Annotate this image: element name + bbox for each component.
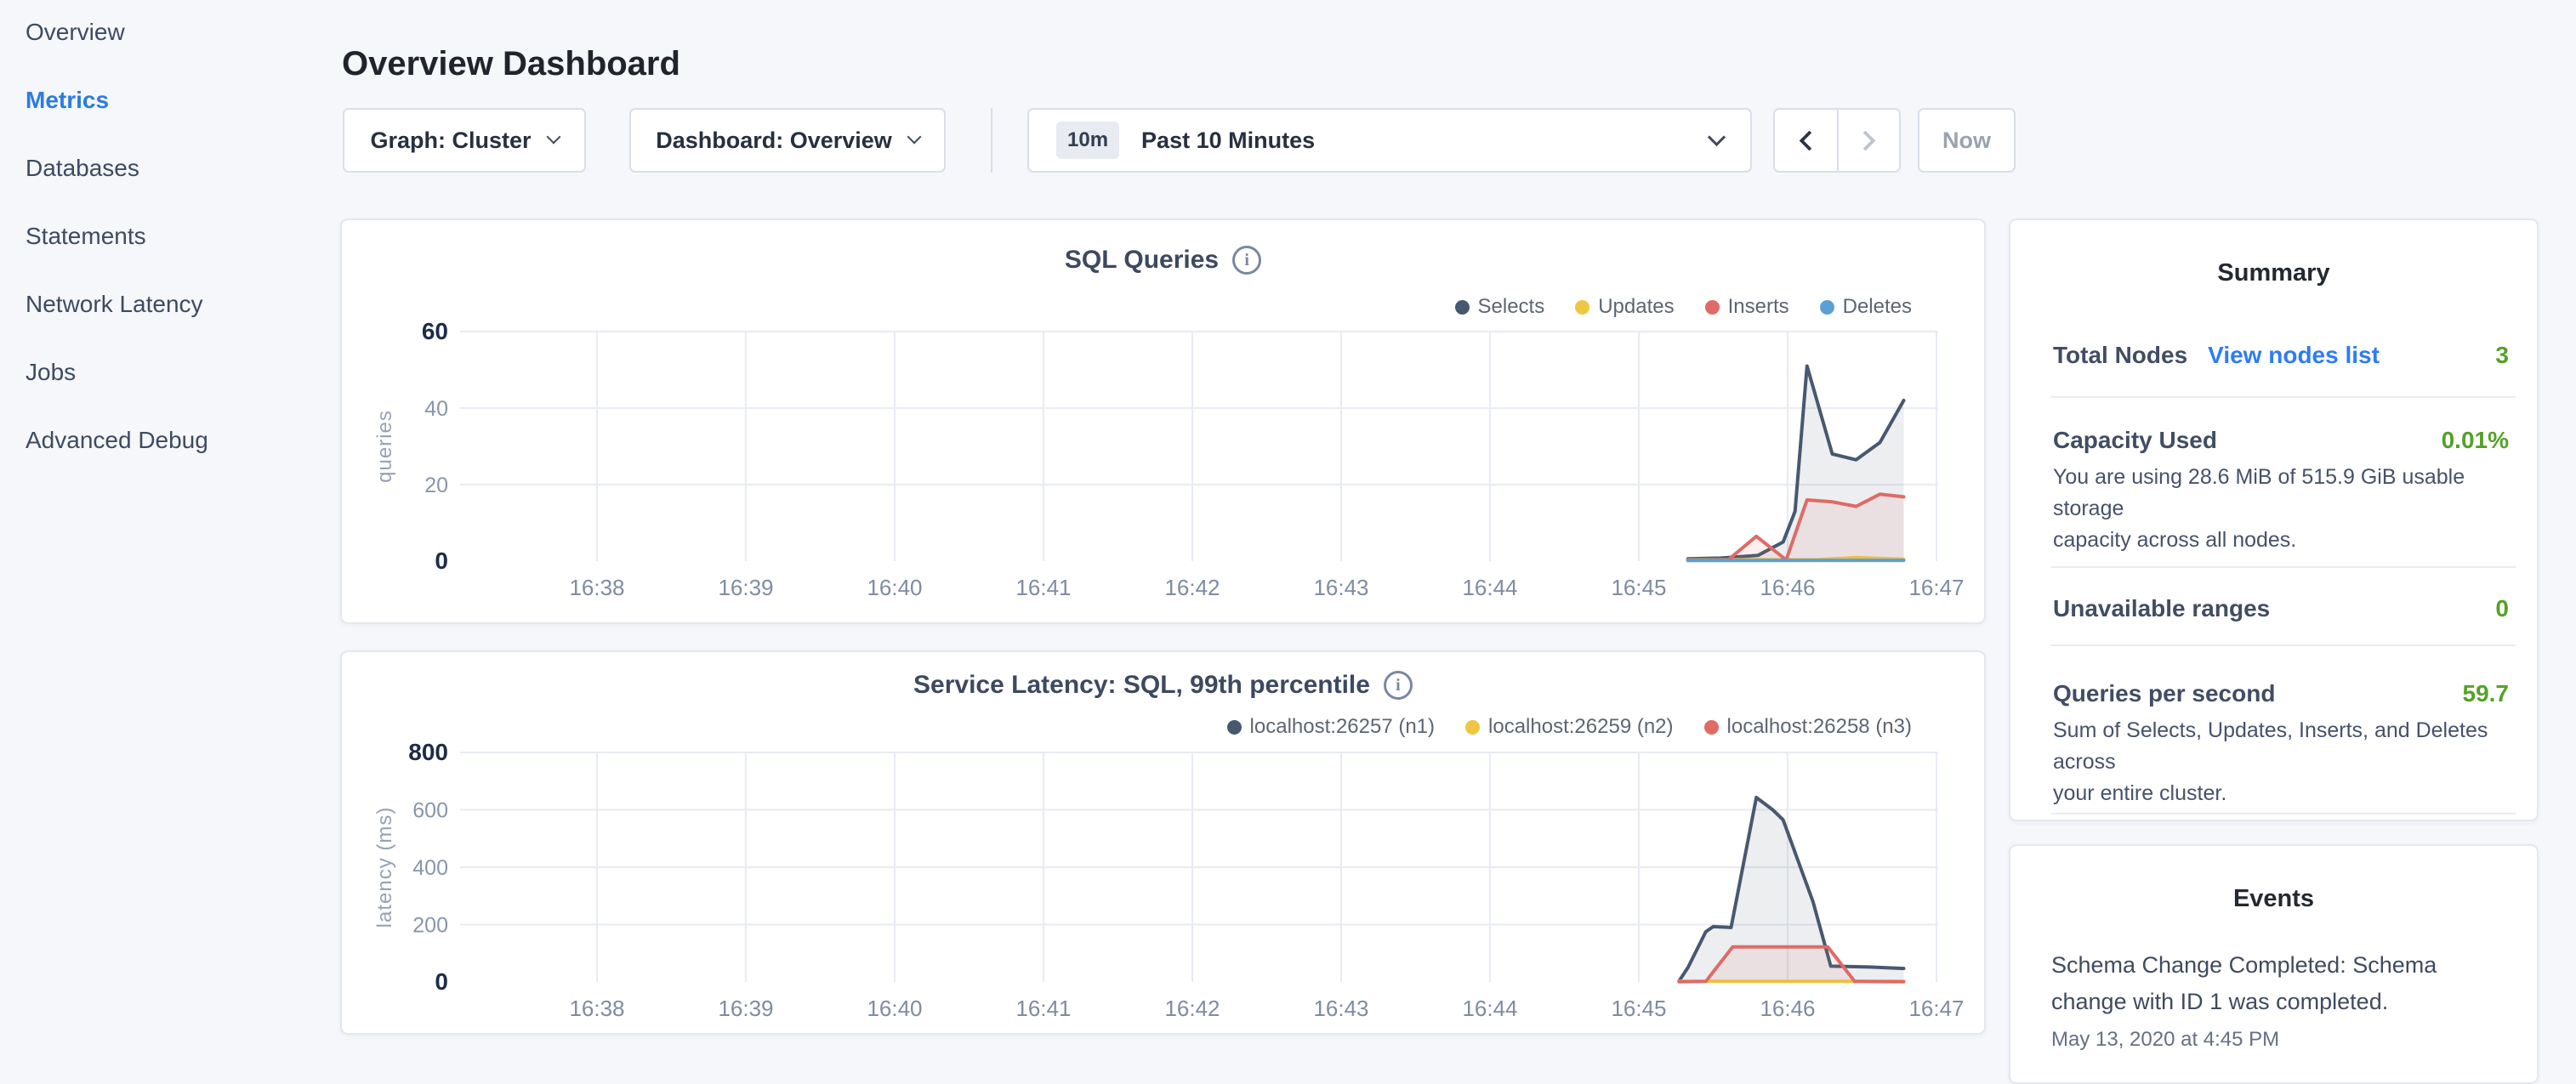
summary-row-head: Total Nodes View nodes list 3 bbox=[2053, 342, 2509, 369]
summary-row-label: Queries per second bbox=[2053, 680, 2275, 707]
y-tick-label: 60 bbox=[422, 318, 448, 344]
x-tick-label: 16:43 bbox=[1313, 575, 1368, 600]
y-tick-label: 400 bbox=[412, 856, 448, 880]
y-tick-label: 600 bbox=[412, 799, 448, 823]
summary-row-value: 0 bbox=[2495, 595, 2509, 622]
chevron-down-icon bbox=[546, 130, 560, 145]
y-axis-title: latency (ms) bbox=[373, 807, 396, 928]
x-tick-label: 16:46 bbox=[1760, 996, 1815, 1021]
x-tick-label: 16:43 bbox=[1313, 996, 1368, 1021]
summary-row-description: Sum of Selects, Updates, Inserts, and De… bbox=[2053, 715, 2509, 809]
sql-queries-chart-card: SQL Queries i SelectsUpdatesInsertsDelet… bbox=[340, 219, 1986, 624]
service-latency-chart-plot: 16:38 16:39 16:40 16:41 16:42 16:43 16:44 16:45… bbox=[342, 652, 1984, 1033]
event-text: Schema Change Completed: Schema change w… bbox=[2051, 947, 2503, 1020]
summary-row-label: Unavailable ranges bbox=[2053, 595, 2270, 622]
x-tick-label: 16:38 bbox=[569, 575, 624, 600]
summary-row-head: Unavailable ranges 0 bbox=[2053, 595, 2509, 622]
summary-row-total-nodes: Total Nodes View nodes list 3 bbox=[2051, 287, 2516, 396]
x-tick-label: 16:46 bbox=[1760, 575, 1815, 600]
sidebar-item-network-latency[interactable]: Network Latency bbox=[26, 291, 340, 359]
summary-row-value: 3 bbox=[2495, 342, 2509, 369]
summary-row-capacity-used: Capacity Used 0.01% You are using 28.6 MiB… bbox=[2051, 396, 2516, 566]
summary-row-head: Queries per second 59.7 bbox=[2053, 680, 2509, 707]
x-tick-label: 16:42 bbox=[1164, 996, 1220, 1021]
x-tick-label: 16:41 bbox=[1015, 996, 1071, 1021]
sidebar-item-databases[interactable]: Databases bbox=[26, 155, 340, 223]
x-tick-label: 16:38 bbox=[569, 996, 624, 1021]
graph-source-dropdown-label: Graph: Cluster bbox=[370, 128, 531, 154]
x-tick-label: 16:44 bbox=[1462, 575, 1517, 600]
cluster-summary-panel: Summary Total Nodes View nodes list 3 Capac… bbox=[2009, 219, 2539, 821]
chevron-down-icon bbox=[907, 130, 921, 145]
page-title: Overview Dashboard bbox=[342, 45, 680, 83]
dashboard-dropdown-label: Dashboard: Overview bbox=[656, 128, 892, 154]
x-tick-label: 16:44 bbox=[1462, 996, 1517, 1021]
now-button[interactable]: Now bbox=[1918, 108, 2016, 173]
summary-row-unavailable-ranges: Unavailable ranges 0 bbox=[2051, 566, 2516, 644]
x-tick-label: 16:45 bbox=[1611, 996, 1666, 1021]
sidebar-item-advanced-debug[interactable]: Advanced Debug bbox=[26, 427, 340, 495]
dashboard-dropdown[interactable]: Dashboard: Overview bbox=[629, 108, 946, 173]
sidebar-item-jobs[interactable]: Jobs bbox=[26, 359, 340, 427]
x-tick-label: 16:47 bbox=[1908, 575, 1964, 600]
event-timestamp: May 13, 2020 at 4:45 PM bbox=[2051, 1028, 2503, 1052]
event-item[interactable]: Schema Change Completed: Schema change w… bbox=[2051, 947, 2503, 1052]
service-latency-chart-card: Service Latency: SQL, 99th percentile i … bbox=[340, 650, 1986, 1035]
time-range-label: Past 10 Minutes bbox=[1141, 128, 1315, 154]
summary-row-description: You are using 28.6 MiB of 515.9 GiB usab… bbox=[2053, 462, 2509, 556]
summary-rows: Total Nodes View nodes list 3 Capacity Used… bbox=[2010, 287, 2537, 903]
summary-row-value: 0.01% bbox=[2442, 427, 2509, 454]
chevron-right-icon bbox=[1855, 130, 1875, 150]
summary-row-queries-per-second: Queries per second 59.7 Sum of Selects, Up… bbox=[2051, 644, 2516, 813]
time-range-dropdown[interactable]: 10m Past 10 Minutes bbox=[1027, 108, 1752, 173]
y-tick-label: 0 bbox=[435, 968, 448, 995]
sql-queries-chart-plot: 16:38 16:39 16:40 16:41 16:42 16:43 16:44 16:45… bbox=[342, 220, 1984, 622]
summary-row-label: Total Nodes bbox=[2053, 342, 2187, 369]
summary-row-value: 59.7 bbox=[2463, 680, 2510, 707]
summary-panel-title: Summary bbox=[2010, 220, 2537, 287]
y-tick-label: 40 bbox=[424, 397, 448, 421]
chevron-down-icon bbox=[1708, 128, 1726, 145]
x-tick-label: 16:47 bbox=[1908, 996, 1964, 1021]
events-list: Schema Change Completed: Schema change w… bbox=[2010, 947, 2537, 1052]
time-step-forward-button[interactable] bbox=[1837, 110, 1899, 171]
sidebar-item-overview[interactable]: Overview bbox=[26, 19, 340, 87]
time-range-badge: 10m bbox=[1056, 122, 1119, 159]
x-tick-label: 16:42 bbox=[1164, 575, 1220, 600]
now-button-label: Now bbox=[1942, 128, 1991, 154]
events-panel-title: Events bbox=[2010, 846, 2537, 913]
x-tick-label: 16:40 bbox=[867, 996, 922, 1021]
sidebar-item-metrics[interactable]: Metrics bbox=[26, 87, 340, 155]
graph-source-dropdown[interactable]: Graph: Cluster bbox=[343, 108, 586, 173]
chevron-left-icon bbox=[1799, 130, 1819, 150]
time-step-back-button[interactable] bbox=[1775, 110, 1837, 171]
y-axis-title: queries bbox=[373, 410, 396, 483]
events-panel: Events Schema Change Completed: Schema c… bbox=[2009, 844, 2539, 1084]
view-nodes-list-link[interactable]: View nodes list bbox=[2208, 342, 2380, 369]
summary-row-label: Capacity Used bbox=[2053, 427, 2217, 454]
sidebar: OverviewMetricsDatabasesStatementsNetwor… bbox=[0, 0, 340, 1051]
y-tick-label: 0 bbox=[435, 548, 448, 574]
x-tick-label: 16:39 bbox=[718, 575, 773, 600]
x-tick-label: 16:40 bbox=[867, 575, 922, 600]
y-tick-label: 20 bbox=[424, 474, 448, 497]
sidebar-item-statements[interactable]: Statements bbox=[26, 223, 340, 291]
toolbar-divider bbox=[991, 108, 992, 173]
y-tick-label: 800 bbox=[408, 739, 448, 765]
time-window-stepper bbox=[1773, 108, 1901, 173]
summary-row-head: Capacity Used 0.01% bbox=[2053, 427, 2509, 454]
x-tick-label: 16:39 bbox=[718, 996, 773, 1021]
sidebar-nav-list: OverviewMetricsDatabasesStatementsNetwor… bbox=[0, 0, 340, 495]
x-tick-label: 16:41 bbox=[1015, 575, 1071, 600]
x-tick-label: 16:45 bbox=[1611, 575, 1666, 600]
y-tick-label: 200 bbox=[412, 914, 448, 938]
